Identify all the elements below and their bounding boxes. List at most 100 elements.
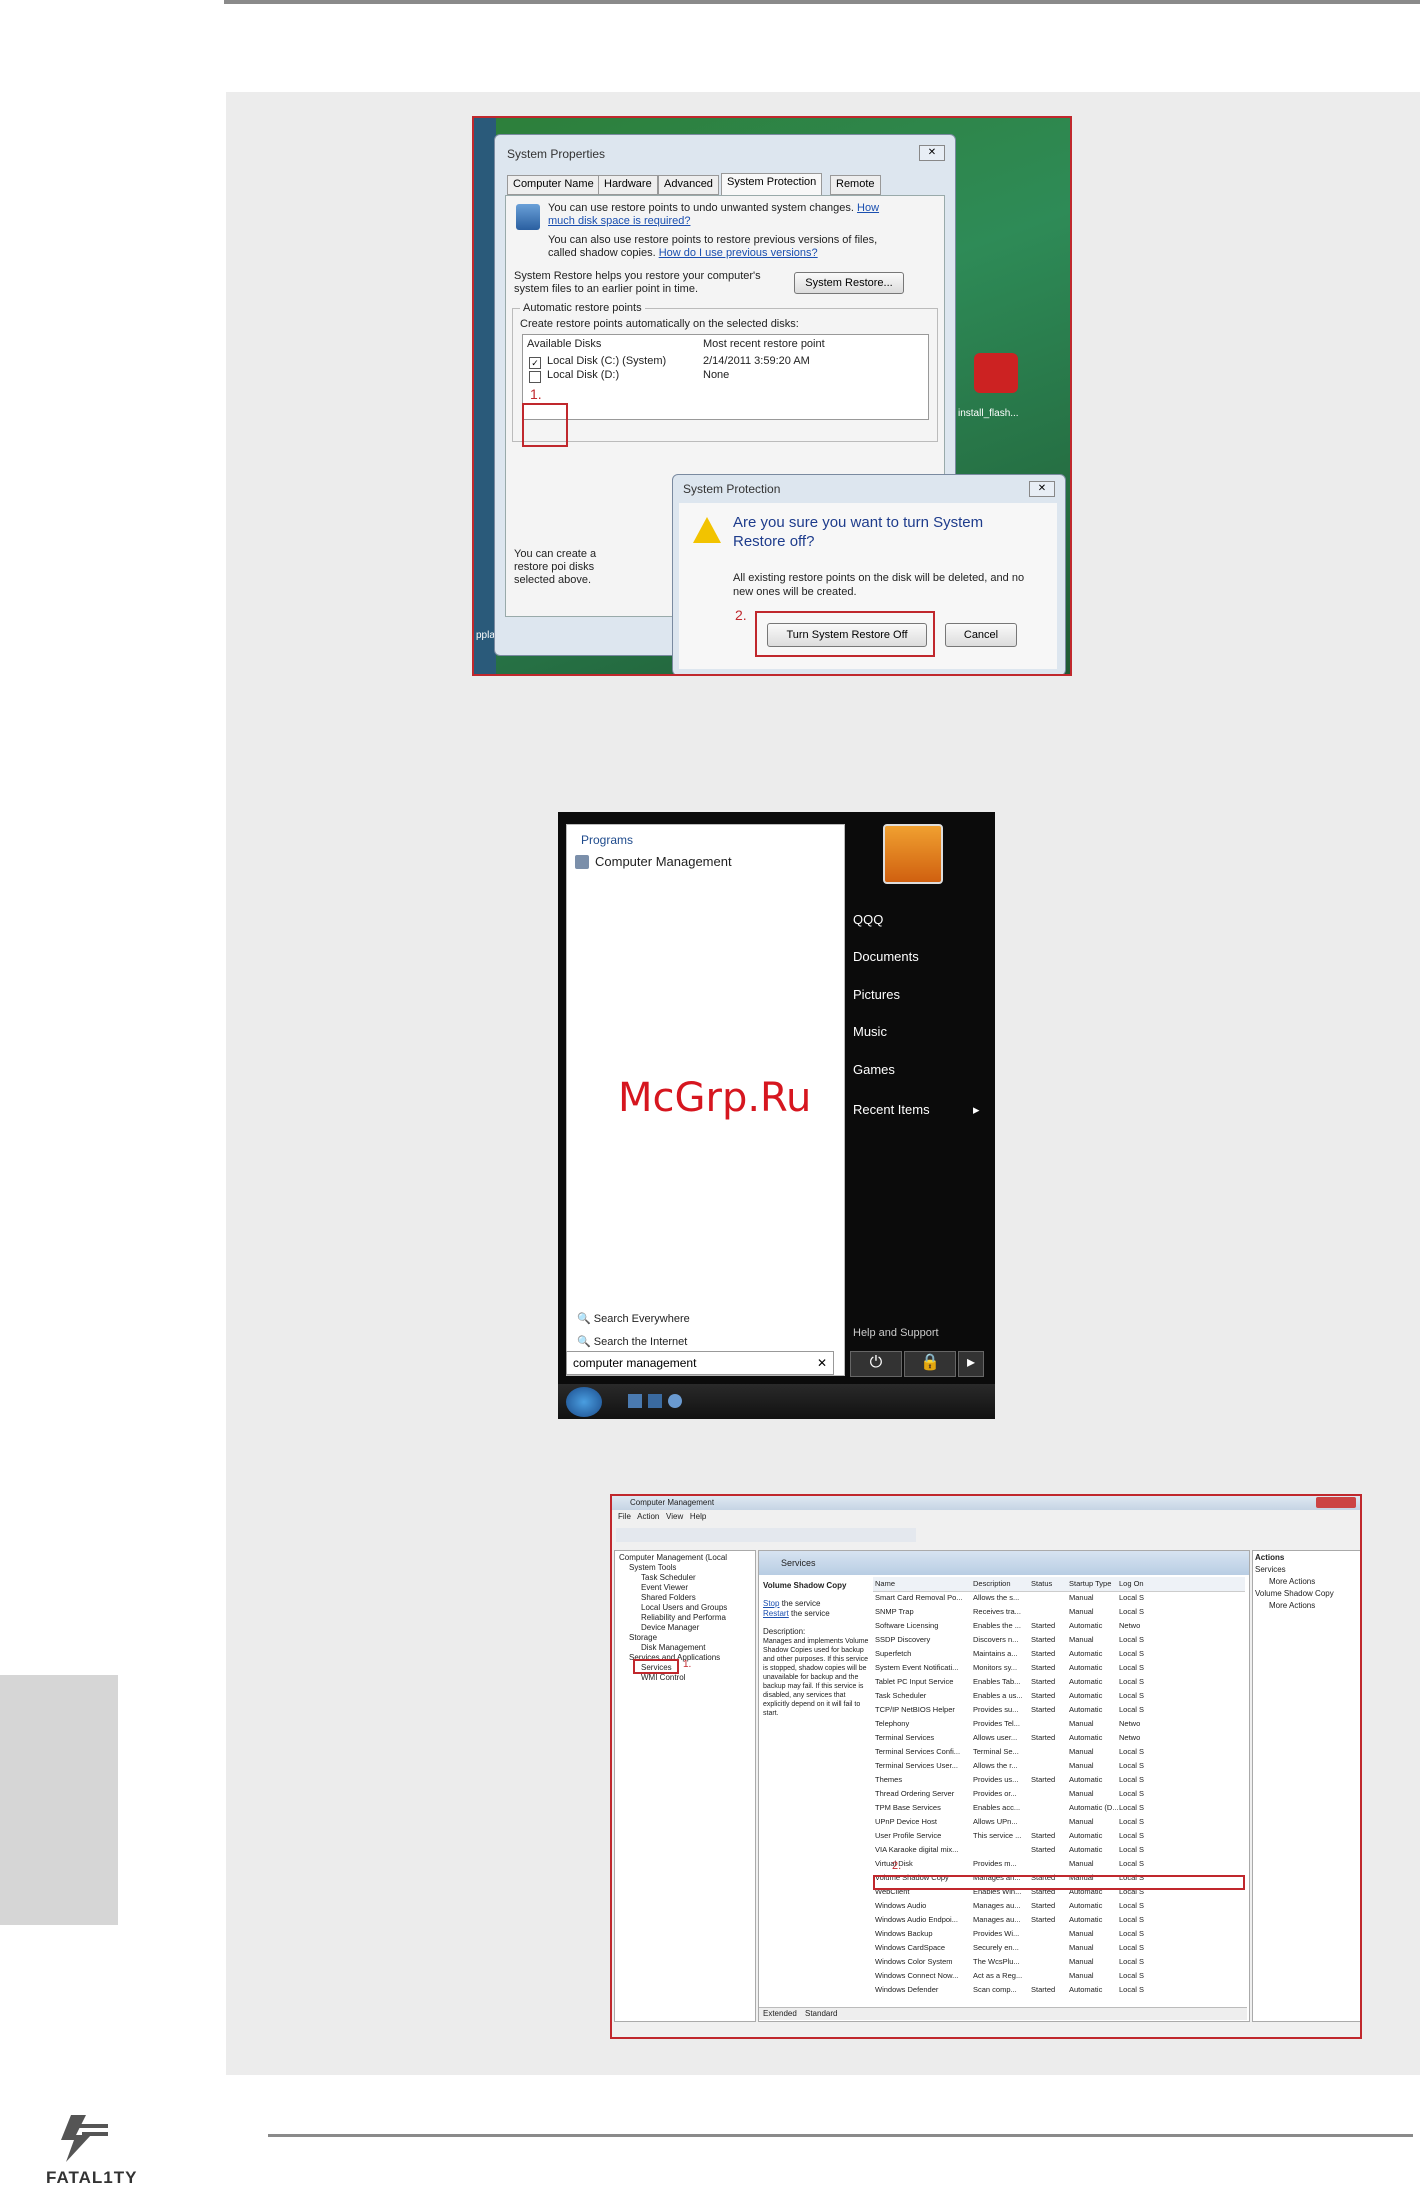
system-restore-button[interactable]: System Restore... bbox=[794, 272, 904, 294]
user-avatar[interactable] bbox=[883, 824, 943, 884]
table-cell: Local S bbox=[1119, 1635, 1145, 1644]
action-more-2[interactable]: More Actions bbox=[1269, 1601, 1315, 1610]
table-row[interactable]: Windows Backup Provides Wi... Manual Local … bbox=[873, 1927, 1245, 1941]
show-desktop-icon[interactable] bbox=[628, 1394, 642, 1408]
computer-management-item[interactable]: Computer Management bbox=[595, 854, 732, 869]
tab-hardware[interactable]: Hardware bbox=[598, 175, 658, 195]
table-row[interactable]: TCP/IP NetBIOS Helper Provides su... Start… bbox=[873, 1703, 1245, 1717]
tree-task-scheduler[interactable]: Task Scheduler bbox=[641, 1573, 696, 1582]
table-row[interactable]: User Profile Service This service ... Star… bbox=[873, 1829, 1245, 1843]
start-search-input[interactable]: computer management ✕ bbox=[566, 1351, 834, 1375]
power-button[interactable]: ⏻ bbox=[850, 1351, 902, 1377]
previous-versions-link[interactable]: How do I use previous versions? bbox=[659, 247, 818, 259]
table-row[interactable]: Terminal Services User... Allows the r...… bbox=[873, 1759, 1245, 1773]
clear-search-icon[interactable]: ✕ bbox=[817, 1356, 827, 1370]
action-volume-shadow[interactable]: Volume Shadow Copy bbox=[1255, 1589, 1334, 1598]
stop-service-link[interactable]: Stop bbox=[763, 1599, 779, 1608]
tree-local-users[interactable]: Local Users and Groups bbox=[641, 1603, 727, 1612]
table-row[interactable]: UPnP Device Host Allows UPn... Manual Local… bbox=[873, 1815, 1245, 1829]
table-cell: Maintains a... bbox=[973, 1649, 1018, 1658]
table-row[interactable]: VIA Karaoke digital mix... Started Automat… bbox=[873, 1843, 1245, 1857]
tab-system-protection[interactable]: System Protection bbox=[721, 173, 823, 196]
cm-title-bar: Computer Management bbox=[612, 1496, 1360, 1510]
auto-restore-desc: Create restore points automatically on t… bbox=[520, 318, 799, 330]
tree-event-viewer[interactable]: Event Viewer bbox=[641, 1583, 688, 1592]
table-row[interactable]: Terminal Services Confi... Terminal Se...… bbox=[873, 1745, 1245, 1759]
tree-storage[interactable]: Storage bbox=[629, 1633, 657, 1642]
table-row[interactable]: Windows Audio Manages au... Started Automat… bbox=[873, 1899, 1245, 1913]
table-cell: Local S bbox=[1119, 1985, 1145, 1994]
tree-system-tools[interactable]: System Tools bbox=[629, 1563, 676, 1572]
browser-icon[interactable] bbox=[668, 1394, 682, 1408]
col-name[interactable]: Name bbox=[875, 1579, 895, 1588]
tree-shared-folders[interactable]: Shared Folders bbox=[641, 1593, 696, 1602]
col-log-on[interactable]: Log On bbox=[1119, 1579, 1144, 1588]
table-row[interactable]: Windows Audio Endpoi... Manages au... Star… bbox=[873, 1913, 1245, 1927]
table-row[interactable]: Telephony Provides Tel... Manual Netwo bbox=[873, 1717, 1245, 1731]
table-row[interactable]: TPM Base Services Enables acc... Automatic… bbox=[873, 1801, 1245, 1815]
table-row[interactable]: Terminal Services Allows user... Started Au… bbox=[873, 1731, 1245, 1745]
flash-installer-icon[interactable] bbox=[974, 353, 1018, 393]
menu-view[interactable]: View bbox=[666, 1512, 683, 1521]
menu-help[interactable]: Help bbox=[690, 1512, 706, 1521]
tree-reliability[interactable]: Reliability and Performa bbox=[641, 1613, 726, 1622]
col-description[interactable]: Description bbox=[973, 1579, 1011, 1588]
start-menu-item-documents[interactable]: Documents bbox=[853, 949, 919, 964]
table-row[interactable]: Task Scheduler Enables a us... Started Auto… bbox=[873, 1689, 1245, 1703]
table-row[interactable]: Superfetch Maintains a... Started Automatic… bbox=[873, 1647, 1245, 1661]
table-row[interactable]: Windows Connect Now... Act as a Reg... Man… bbox=[873, 1969, 1245, 1983]
col-status[interactable]: Status bbox=[1031, 1579, 1052, 1588]
restart-service-link[interactable]: Restart bbox=[763, 1609, 789, 1618]
table-row[interactable]: Windows Defender Scan comp... Started Autom… bbox=[873, 1983, 1245, 1997]
lock-button[interactable]: 🔒 bbox=[904, 1351, 956, 1377]
search-everywhere-link[interactable]: 🔍 Search Everywhere bbox=[577, 1312, 690, 1325]
start-menu-item-qqq[interactable]: QQQ bbox=[853, 912, 883, 927]
action-more-1[interactable]: More Actions bbox=[1269, 1577, 1315, 1586]
disk-d-checkbox[interactable] bbox=[529, 371, 541, 383]
table-row[interactable]: Themes Provides us... Started Automatic Loca… bbox=[873, 1773, 1245, 1787]
start-menu-item-games[interactable]: Games bbox=[853, 1062, 895, 1077]
power-options-button[interactable]: ▸ bbox=[958, 1351, 984, 1377]
switch-windows-icon[interactable] bbox=[648, 1394, 662, 1408]
dialog-close-button[interactable]: ✕ bbox=[1029, 481, 1055, 497]
close-button[interactable]: ✕ bbox=[919, 145, 945, 161]
tab-advanced[interactable]: Advanced bbox=[658, 175, 719, 195]
table-row[interactable]: SSDP Discovery Discovers n... Started Manua… bbox=[873, 1633, 1245, 1647]
table-cell: Automatic bbox=[1069, 1691, 1103, 1700]
action-services[interactable]: Services bbox=[1255, 1565, 1286, 1574]
table-cell: Monitors sy... bbox=[973, 1663, 1018, 1672]
cm-close-button[interactable] bbox=[1316, 1497, 1356, 1508]
tab-remote[interactable]: Remote bbox=[830, 175, 881, 195]
start-menu-item-pictures[interactable]: Pictures bbox=[853, 987, 900, 1002]
table-row[interactable]: Windows Color System The WcsPlu... Manual L… bbox=[873, 1955, 1245, 1969]
start-menu-item-recent[interactable]: Recent Items ▸ bbox=[853, 1102, 980, 1117]
table-row[interactable]: Software Licensing Enables the ... Started… bbox=[873, 1619, 1245, 1633]
tree-device-manager[interactable]: Device Manager bbox=[641, 1623, 699, 1632]
table-row[interactable]: System Event Notificati... Monitors sy...… bbox=[873, 1661, 1245, 1675]
tree-disk-management[interactable]: Disk Management bbox=[641, 1643, 705, 1652]
tree-root[interactable]: Computer Management (Local bbox=[619, 1553, 727, 1562]
menu-file[interactable]: File bbox=[618, 1512, 631, 1521]
col-startup-type[interactable]: Startup Type bbox=[1069, 1579, 1111, 1588]
start-menu-item-music[interactable]: Music bbox=[853, 1024, 887, 1039]
computer-management-screenshot: Computer Management File Action View Hel… bbox=[610, 1494, 1362, 2039]
tab-extended[interactable]: Extended bbox=[763, 2009, 797, 2018]
table-row[interactable]: Tablet PC Input Service Enables Tab... Sta… bbox=[873, 1675, 1245, 1689]
disk-c-checkbox[interactable]: ✓ bbox=[529, 357, 541, 369]
table-row[interactable]: Windows CardSpace Securely en... Manual Loc… bbox=[873, 1941, 1245, 1955]
table-row[interactable]: Thread Ordering Server Provides or... Manu… bbox=[873, 1787, 1245, 1801]
turn-system-restore-off-button[interactable]: Turn System Restore Off bbox=[767, 623, 927, 647]
start-menu-item-help[interactable]: Help and Support bbox=[853, 1327, 939, 1339]
search-internet-link[interactable]: 🔍 Search the Internet bbox=[577, 1335, 687, 1348]
tab-computer-name[interactable]: Computer Name bbox=[507, 175, 600, 195]
menu-action[interactable]: Action bbox=[637, 1512, 659, 1521]
table-row[interactable]: SNMP Trap Receives tra... Manual Local S bbox=[873, 1605, 1245, 1619]
table-cell: Local S bbox=[1119, 1649, 1145, 1658]
cancel-button[interactable]: Cancel bbox=[945, 623, 1017, 647]
table-row[interactable]: Smart Card Removal Po... Allows the s... M… bbox=[873, 1591, 1245, 1605]
start-orb-icon[interactable] bbox=[566, 1387, 602, 1417]
tree-wmi-control[interactable]: WMI Control bbox=[641, 1673, 685, 1682]
tab-standard[interactable]: Standard bbox=[805, 2009, 837, 2018]
table-cell: Terminal Se... bbox=[973, 1747, 1019, 1756]
table-row[interactable]: Virtual Disk Provides m... Manual Local S bbox=[873, 1857, 1245, 1871]
